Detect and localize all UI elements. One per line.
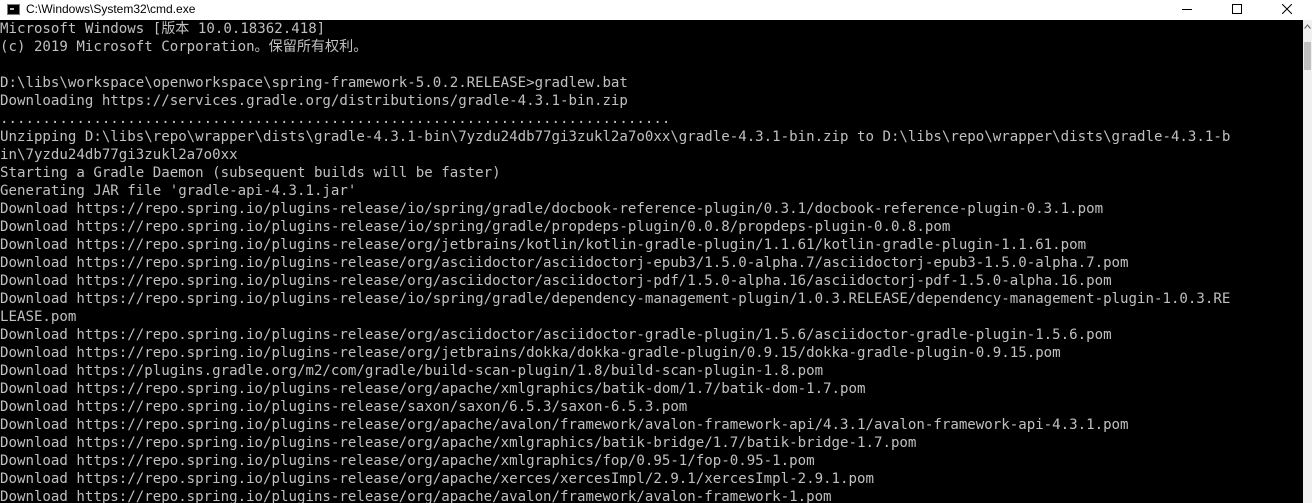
window-controls — [1162, 0, 1312, 18]
console-line: Download https://repo.spring.io/plugins-… — [0, 399, 688, 415]
console-line: Generating JAR file 'gradle-api-4.3.1.ja… — [0, 183, 357, 199]
console-line: D:\libs\workspace\openworkspace\spring-f… — [0, 75, 628, 91]
maximize-icon — [1232, 4, 1242, 14]
console-line: Download https://repo.spring.io/plugins-… — [0, 291, 1231, 307]
console-line: Download https://repo.spring.io/plugins-… — [0, 453, 815, 469]
console-line: Download https://repo.spring.io/plugins-… — [0, 489, 832, 503]
cmd-window: C:\Windows\System32\cmd.exe Microsoft Wi… — [0, 0, 1312, 503]
console-line: in\7yzdu24db77gi3zukl2a7o0xx — [0, 147, 238, 163]
console-line: Downloading https://services.gradle.org/… — [0, 93, 628, 109]
console-line: (c) 2019 Microsoft Corporation。保留所有权利。 — [0, 39, 368, 55]
console-line: Download https://repo.spring.io/plugins-… — [0, 417, 1129, 433]
title-bar[interactable]: C:\Windows\System32\cmd.exe — [0, 0, 1312, 18]
chevron-up-icon — [1304, 23, 1311, 29]
console-line: Download https://plugins.gradle.org/m2/c… — [0, 363, 824, 379]
console-line: Download https://repo.spring.io/plugins-… — [0, 201, 1104, 217]
scroll-up-button[interactable] — [1303, 20, 1312, 32]
console-line: Download https://repo.spring.io/plugins-… — [0, 471, 874, 487]
console-line: Download https://repo.spring.io/plugins-… — [0, 273, 1112, 289]
console-line: Starting a Gradle Daemon (subsequent bui… — [0, 165, 501, 181]
close-icon — [1282, 4, 1292, 14]
console-line: Download https://repo.spring.io/plugins-… — [0, 381, 866, 397]
minimize-icon — [1182, 9, 1192, 10]
console-line: Download https://repo.spring.io/plugins-… — [0, 255, 1129, 271]
console-line: LEASE.pom — [0, 309, 77, 325]
console-line: Download https://repo.spring.io/plugins-… — [0, 219, 951, 235]
console-line: Download https://repo.spring.io/plugins-… — [0, 435, 917, 451]
window-title: C:\Windows\System32\cmd.exe — [26, 2, 196, 16]
close-button[interactable] — [1262, 0, 1312, 18]
vertical-scrollbar[interactable] — [1303, 20, 1312, 503]
cmd-icon — [7, 3, 20, 15]
scrollbar-thumb[interactable] — [1304, 42, 1311, 70]
console-line: Microsoft Windows [版本 10.0.18362.418] — [0, 21, 326, 37]
console-line: ........................................… — [0, 111, 671, 127]
maximize-button[interactable] — [1212, 0, 1262, 18]
console-line: Download https://repo.spring.io/plugins-… — [0, 327, 1112, 343]
console-line: Download https://repo.spring.io/plugins-… — [0, 237, 1087, 253]
console-line: Download https://repo.spring.io/plugins-… — [0, 345, 1061, 361]
minimize-button[interactable] — [1162, 0, 1212, 18]
console-output[interactable]: Microsoft Windows [版本 10.0.18362.418] (c… — [0, 20, 1303, 503]
console-line: Unzipping D:\libs\repo\wrapper\dists\gra… — [0, 129, 1231, 145]
